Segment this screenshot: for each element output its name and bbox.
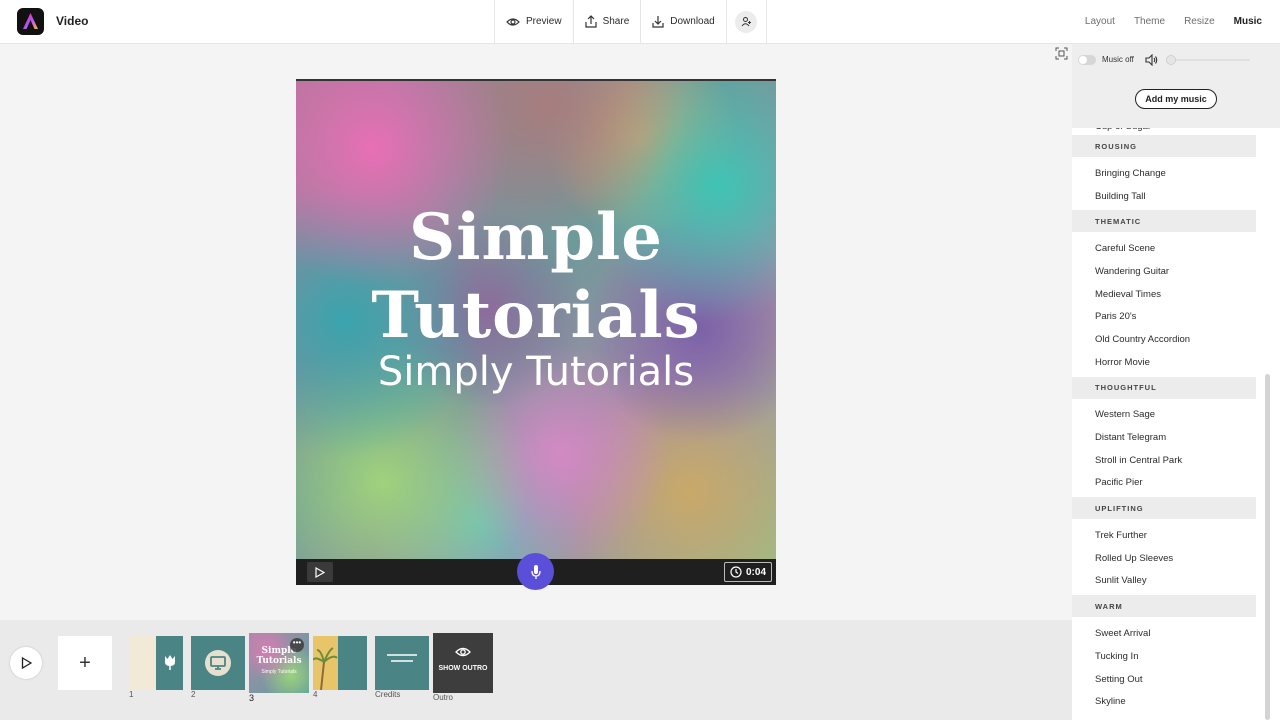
- duration-value: 0:04: [745, 566, 766, 578]
- tab-resize[interactable]: Resize: [1184, 16, 1215, 27]
- music-category-header: THOUGHTFUL: [1072, 376, 1256, 399]
- playback-bar: 0:04: [296, 553, 776, 590]
- slide-title[interactable]: Simple Tutorials: [296, 199, 776, 355]
- song-item[interactable]: Sunlit Valley: [1072, 570, 1256, 593]
- slide-title-line1: Simple: [408, 200, 664, 275]
- song-item[interactable]: Medieval Times: [1072, 283, 1256, 306]
- slide-thumbnail-credits[interactable]: [375, 636, 429, 690]
- eye-icon: [506, 17, 520, 26]
- slide-3-subtitle: Simply Tutorials: [261, 669, 297, 675]
- volume-slider-handle[interactable]: [1166, 55, 1176, 65]
- song-item[interactable]: Paris 20's: [1072, 305, 1256, 328]
- invite-collaborator-button[interactable]: [727, 0, 767, 43]
- slide-thumbnail-1[interactable]: [129, 636, 183, 690]
- plus-icon: +: [79, 651, 91, 674]
- song-item[interactable]: Pacific Pier: [1072, 472, 1256, 495]
- slide-play-button[interactable]: [307, 562, 333, 582]
- song-item[interactable]: Wandering Guitar: [1072, 260, 1256, 283]
- play-icon: [21, 657, 32, 669]
- tulip-icon: [165, 655, 175, 670]
- song-item[interactable]: Sweet Arrival: [1072, 622, 1256, 645]
- clock-icon: [730, 566, 742, 578]
- palm-tree-image-icon: [313, 647, 338, 690]
- tab-theme[interactable]: Theme: [1134, 16, 1165, 27]
- slide-number-1: 1: [129, 690, 134, 699]
- eye-hidden-icon: [455, 647, 471, 657]
- slide-duration-button[interactable]: 0:04: [723, 562, 772, 582]
- record-voice-button[interactable]: [517, 553, 554, 590]
- music-toggle[interactable]: [1078, 55, 1096, 65]
- top-bar: Video Preview Share Download Layout Them…: [0, 0, 1280, 44]
- add-slide-button[interactable]: +: [58, 636, 112, 690]
- slide-subtitle[interactable]: Simply Tutorials: [296, 349, 776, 395]
- volume-icon[interactable]: [1145, 53, 1159, 71]
- song-item[interactable]: Skyline: [1072, 690, 1256, 713]
- music-category-header: THEMATIC: [1072, 210, 1256, 233]
- slide-thumbnail-4[interactable]: [313, 636, 367, 690]
- share-icon: [584, 15, 597, 28]
- song-item[interactable]: Careful Scene: [1072, 237, 1256, 260]
- share-label: Share: [602, 16, 630, 27]
- monitor-icon: [205, 650, 231, 676]
- slide-thumbnail-3[interactable]: Simple Tutorials Simply Tutorials •••: [249, 633, 309, 693]
- song-item[interactable]: Tucking In: [1072, 645, 1256, 668]
- panel-scrollbar[interactable]: [1265, 374, 1270, 720]
- slide-title-line2: Tutorials: [371, 278, 701, 353]
- preview-button[interactable]: Preview: [495, 0, 574, 43]
- add-person-icon: [735, 10, 758, 33]
- credits-text-line: [391, 660, 413, 662]
- project-title: Video: [56, 14, 89, 28]
- microphone-icon: [530, 564, 541, 579]
- add-my-music-button[interactable]: Add my music: [1135, 89, 1217, 109]
- song-item[interactable]: Stroll in Central Park: [1072, 449, 1256, 472]
- song-item[interactable]: Building Tall: [1072, 185, 1256, 208]
- slide-number-2: 2: [191, 690, 196, 699]
- slide-thumbnail-outro[interactable]: SHOW OUTRO: [433, 633, 493, 693]
- music-toggle-label: Music off: [1102, 55, 1134, 64]
- slide-number-3: 3: [249, 693, 255, 703]
- preview-label: Preview: [526, 16, 562, 27]
- song-item[interactable]: Setting Out: [1072, 668, 1256, 691]
- tab-layout[interactable]: Layout: [1085, 16, 1115, 27]
- credits-text-line: [387, 654, 417, 656]
- slide-number-4: 4: [313, 690, 318, 699]
- play-video-button[interactable]: [10, 647, 42, 679]
- music-track-list: Cup of Sugar ROUSINGBringing ChangeBuild…: [1072, 122, 1256, 713]
- song-item[interactable]: Old Country Accordion: [1072, 328, 1256, 351]
- music-panel: Cup of Sugar ROUSINGBringing ChangeBuild…: [1072, 44, 1280, 720]
- song-item[interactable]: Bringing Change: [1072, 162, 1256, 185]
- song-item[interactable]: Rolled Up Sleeves: [1072, 547, 1256, 570]
- music-controls: Music off Add my music: [1072, 44, 1280, 128]
- music-category-header: WARM: [1072, 595, 1256, 618]
- song-item[interactable]: Distant Telegram: [1072, 426, 1256, 449]
- tab-music[interactable]: Music: [1234, 16, 1262, 27]
- slide-thumbnail-2[interactable]: [191, 636, 245, 690]
- design-tabs: Layout Theme Resize Music: [1085, 0, 1262, 43]
- download-icon: [652, 16, 664, 28]
- song-item[interactable]: Western Sage: [1072, 404, 1256, 427]
- show-outro-label: SHOW OUTRO: [438, 665, 488, 672]
- music-category-header: ROUSING: [1072, 135, 1256, 157]
- download-button[interactable]: Download: [641, 0, 727, 43]
- top-actions: Preview Share Download: [494, 0, 767, 43]
- more-options-icon[interactable]: •••: [290, 638, 304, 652]
- volume-slider-track[interactable]: [1166, 59, 1250, 61]
- slide-label-credits: Credits: [375, 690, 401, 699]
- share-button[interactable]: Share: [574, 0, 642, 43]
- music-category-header: UPLIFTING: [1072, 497, 1256, 520]
- slide-label-outro: Outro: [433, 693, 454, 702]
- song-item[interactable]: Horror Movie: [1072, 351, 1256, 374]
- song-item[interactable]: Trek Further: [1072, 524, 1256, 547]
- download-label: Download: [670, 16, 715, 27]
- fit-screen-icon[interactable]: [1055, 47, 1068, 65]
- play-icon: [315, 566, 325, 578]
- adobe-express-logo-icon[interactable]: [17, 8, 44, 35]
- slide-canvas[interactable]: Simple Tutorials Simply Tutorials: [296, 79, 776, 559]
